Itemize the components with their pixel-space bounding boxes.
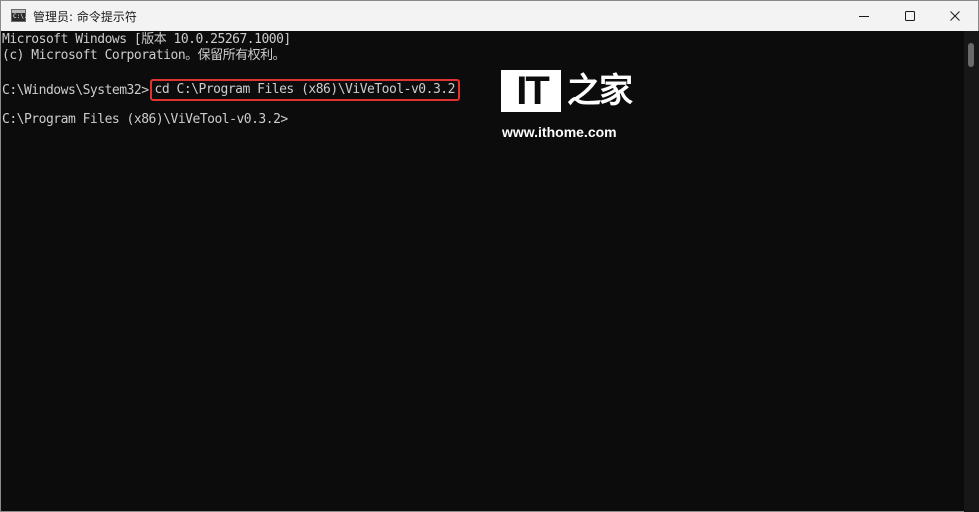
console-line-command: C:\Windows\System32> cd C:\Program Files … [2,79,460,102]
close-icon [950,11,960,21]
cmd-app-icon-text: C:\. [13,13,28,20]
close-button[interactable] [932,1,978,31]
ithome-logo-it: IT [516,69,550,113]
ithome-watermark: IT 之家 www.ithome.com [501,69,633,143]
maximize-button[interactable] [887,1,933,31]
console-line-copyright: (c) Microsoft Corporation。保留所有权利。 [2,48,286,63]
prompt-system32: C:\Windows\System32> [2,83,149,98]
vertical-scrollbar[interactable] [964,31,979,512]
highlighted-command: cd C:\Program Files (x86)\ViVeTool-v0.3.… [149,79,460,101]
window-title: 管理员: 命令提示符 [33,10,137,24]
minimize-button[interactable] [841,1,887,31]
ithome-url: www.ithome.com [502,124,617,140]
scrollbar-thumb[interactable] [968,43,974,67]
command-prompt-window: C:\. 管理员: 命令提示符 Microsoft Windows [版本 10… [0,0,979,512]
maximize-icon [905,11,915,21]
title-bar[interactable]: C:\. 管理员: 命令提示符 [1,1,978,31]
cmd-app-icon[interactable]: C:\. [11,9,28,22]
ithome-logo-box: IT [501,70,561,112]
console-line-prompt: C:\Program Files (x86)\ViVeTool-v0.3.2> [2,112,288,127]
console-output[interactable]: Microsoft Windows [版本 10.0.25267.1000] (… [1,31,963,511]
ithome-logo-chinese: 之家 [567,71,633,111]
minimize-icon [859,16,869,17]
console-line-version: Microsoft Windows [版本 10.0.25267.1000] [2,32,291,47]
